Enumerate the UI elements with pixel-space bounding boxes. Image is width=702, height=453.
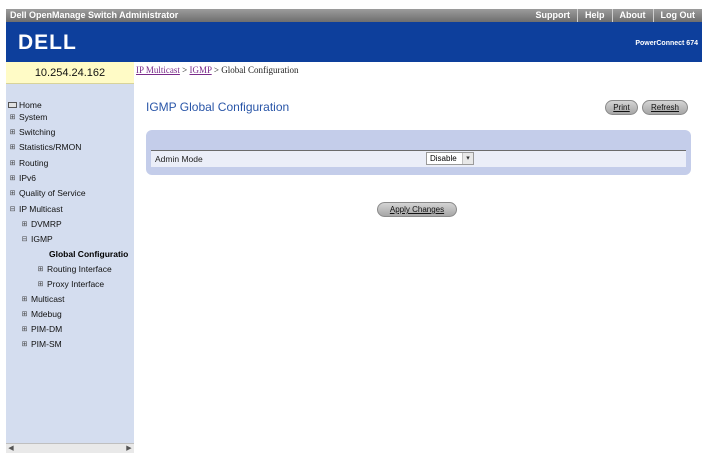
sidebar-item-label: IGMP	[31, 234, 53, 244]
sidebar-item-label: Routing	[19, 158, 49, 168]
breadcrumb-current: Global Configuration	[221, 65, 299, 75]
sidebar-item-multicast[interactable]: ⊞ Multicast	[20, 294, 65, 304]
sidebar-item-label: Home	[19, 100, 42, 110]
sidebar-item-switching[interactable]: ⊞ Switching	[8, 127, 56, 137]
expand-icon: ⊞	[9, 175, 16, 182]
scroll-right-icon[interactable]: ▶	[124, 444, 134, 453]
sidebar-item-mdebug[interactable]: ⊞ Mdebug	[20, 309, 62, 319]
sidebar-item-global-configuration[interactable]: Global Configuratio	[49, 249, 128, 259]
admin-mode-row: Admin Mode Disable ▾	[151, 151, 686, 167]
breadcrumb-ip-multicast[interactable]: IP Multicast	[136, 65, 180, 75]
breadcrumb-igmp[interactable]: IGMP	[190, 65, 212, 75]
expand-icon: ⊞	[9, 144, 16, 151]
expand-icon: ⊞	[9, 190, 16, 197]
sidebar-item-system[interactable]: ⊞ System	[8, 112, 48, 122]
sidebar-item-label: IP Multicast	[19, 204, 63, 214]
expand-icon: ⊞	[21, 221, 28, 228]
admin-mode-value: Disable	[430, 154, 457, 163]
sidebar-item-statistics-rmon[interactable]: ⊞ Statistics/RMON	[8, 142, 82, 152]
sidebar-item-label: PIM-SM	[31, 339, 62, 349]
apply-changes-button[interactable]: Apply Changes	[377, 202, 457, 217]
about-link[interactable]: About	[611, 9, 653, 22]
top-links: Support Help About Log Out	[528, 9, 702, 22]
sidebar-item-label: Mdebug	[31, 309, 62, 319]
collapse-icon: ⊟	[21, 236, 28, 243]
breadcrumb-separator: >	[211, 65, 222, 75]
product-name: PowerConnect 674	[635, 40, 698, 47]
sidebar-item-home[interactable]: Home	[8, 100, 42, 110]
sidebar-item-routing-interface[interactable]: ⊞ Routing Interface	[36, 264, 112, 274]
sidebar-item-label: Proxy Interface	[47, 279, 105, 289]
breadcrumb: IP Multicast > IGMP > Global Configurati…	[136, 65, 299, 75]
dell-logo: DELL	[18, 31, 77, 54]
sidebar-item-label: Routing Interface	[47, 264, 112, 274]
sidebar-item-label: Multicast	[31, 294, 65, 304]
refresh-button[interactable]: Refresh	[642, 100, 688, 115]
expand-icon: ⊞	[9, 129, 16, 136]
expand-icon: ⊞	[9, 160, 16, 167]
sidebar-item-pim-dm[interactable]: ⊞ PIM-DM	[20, 324, 63, 334]
help-link[interactable]: Help	[576, 9, 612, 22]
sidebar-item-routing[interactable]: ⊞ Routing	[8, 158, 49, 168]
sidebar-item-ipv6[interactable]: ⊞ IPv6	[8, 173, 36, 183]
device-ip-bar: 10.254.24.162	[6, 62, 134, 84]
sidebar-item-label: DVMRP	[31, 219, 62, 229]
settings-panel: Admin Mode Disable ▾	[146, 130, 691, 175]
page-title: IGMP Global Configuration	[146, 100, 290, 114]
expand-icon: ⊞	[21, 341, 28, 348]
collapse-icon: ⊟	[9, 206, 16, 213]
sidebar-item-label: Statistics/RMON	[19, 142, 82, 152]
sidebar-horizontal-scrollbar[interactable]: ◀ ▶	[6, 443, 134, 453]
expand-icon: ⊞	[37, 266, 44, 273]
sidebar-item-quality-of-service[interactable]: ⊞ Quality of Service	[8, 188, 86, 198]
sidebar-nav: Home ⊞ System ⊞ Switching ⊞ Statistics/RMON…	[6, 84, 134, 453]
expand-icon: ⊞	[21, 326, 28, 333]
header-banner: DELL PowerConnect 674	[6, 22, 702, 62]
scroll-left-icon[interactable]: ◀	[6, 444, 16, 453]
sidebar-item-proxy-interface[interactable]: ⊞ Proxy Interface	[36, 279, 105, 289]
expand-icon: ⊞	[21, 296, 28, 303]
home-icon	[8, 101, 17, 110]
expand-icon: ⊞	[21, 311, 28, 318]
title-bar: Dell OpenManage Switch Administrator Sup…	[6, 9, 702, 22]
device-ip: 10.254.24.162	[34, 67, 106, 79]
print-button[interactable]: Print	[605, 100, 638, 115]
breadcrumb-separator: >	[179, 65, 190, 75]
sidebar-item-igmp[interactable]: ⊟ IGMP	[20, 234, 53, 244]
sidebar-item-dvmrp[interactable]: ⊞ DVMRP	[20, 219, 62, 229]
expand-icon: ⊞	[9, 114, 16, 121]
sidebar-item-pim-sm[interactable]: ⊞ PIM-SM	[20, 339, 62, 349]
admin-mode-label: Admin Mode	[155, 154, 203, 164]
expand-icon: ⊞	[37, 281, 44, 288]
sidebar-item-label: Quality of Service	[19, 188, 86, 198]
app-title: Dell OpenManage Switch Administrator	[10, 10, 179, 20]
sidebar-item-label: Global Configuratio	[49, 249, 129, 259]
chevron-down-icon: ▾	[462, 153, 473, 164]
sidebar-item-ip-multicast[interactable]: ⊟ IP Multicast	[8, 204, 63, 214]
sidebar-item-label: Switching	[19, 127, 56, 137]
sidebar-item-label: System	[19, 112, 48, 122]
support-link[interactable]: Support	[528, 9, 577, 22]
sidebar-item-label: IPv6	[19, 173, 37, 183]
logout-link[interactable]: Log Out	[652, 9, 702, 22]
sidebar-item-label: PIM-DM	[31, 324, 63, 334]
admin-mode-select[interactable]: Disable ▾	[426, 152, 474, 165]
